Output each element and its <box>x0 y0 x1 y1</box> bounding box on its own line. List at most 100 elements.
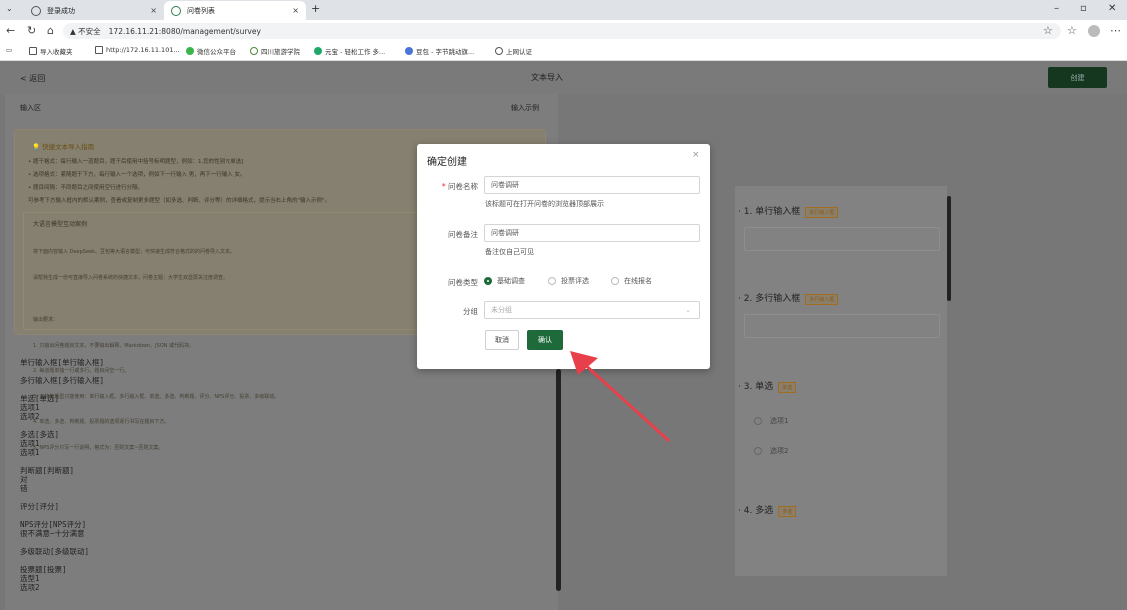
preview-option[interactable]: 选项2 <box>754 446 788 456</box>
input-example-link[interactable]: 输入示例 <box>511 103 539 113</box>
profile-avatar[interactable] <box>1088 25 1100 37</box>
preview-q3: · 3. 单选 单选 <box>738 379 797 393</box>
llm-line: 输出要求： <box>33 317 59 323</box>
more-menu-icon[interactable]: ⋯ <box>1110 24 1121 37</box>
bookmark-doubao[interactable]: 豆包 - 字节跳动旗... <box>405 46 474 56</box>
preview-single-line-input[interactable] <box>744 227 940 251</box>
url-text: 172.16.11.21:8080/management/survey <box>108 26 261 36</box>
type-signup-radio[interactable]: 在线报名 <box>611 276 652 286</box>
new-tab-button[interactable]: + <box>311 2 320 15</box>
input-value: 问卷调研 <box>491 229 519 237</box>
radio-icon <box>754 417 762 425</box>
preview-option[interactable]: 选项1 <box>754 416 788 426</box>
llm-line: 将下面内容输入 DeepSeek、豆包等大语言模型，可快速生成符合格式的的问卷导… <box>33 249 235 255</box>
bookmark-label: 导入收藏夹 <box>40 48 73 56</box>
bookmark-school[interactable]: 四川旅游学院 <box>250 46 300 56</box>
address-bar-row: ← ↻ ⌂ ▲ 不安全 172.16.11.21:8080/management… <box>0 20 1127 42</box>
preview-q2: · 2. 多行输入框 多行输入框 <box>738 291 839 305</box>
guide-body: • 题干格式：每行输入一道题目，题干后使用中括号标明题型，例如：1.您的性别?[… <box>28 156 330 208</box>
tab-survey-list[interactable]: 问卷列表 × <box>164 1 306 20</box>
confirm-button[interactable]: 确认 <box>527 330 563 350</box>
llm-line: 请帮我生成一份可直接导入问卷系统的快捷文本，问卷主题：大学生双显屏关注度调查。 <box>33 274 229 281</box>
preview-q1: · 1. 单行输入框 单行输入框 <box>738 204 839 218</box>
question-type-tag: 多选 <box>778 506 797 517</box>
security-warning[interactable]: ▲ 不安全 <box>70 26 101 37</box>
preview-multi-line-input[interactable] <box>744 314 940 338</box>
group-select[interactable]: 未分组 ⌄ <box>484 301 700 319</box>
tab-actions-icon[interactable]: ⌄ <box>6 4 13 13</box>
school-icon <box>250 47 258 55</box>
lightbulb-icon: 💡 <box>32 143 41 151</box>
radio-checked-icon <box>484 277 492 285</box>
url-input[interactable]: ▲ 不安全 172.16.11.21:8080/management/surve… <box>63 23 1061 39</box>
radio-icon <box>754 447 762 455</box>
close-icon[interactable]: × <box>150 6 157 15</box>
yuanbao-icon <box>314 47 322 55</box>
doubao-icon <box>405 47 413 55</box>
sidebar-toggle-icon[interactable]: ▭ <box>6 46 12 54</box>
back-icon[interactable]: ← <box>6 24 15 37</box>
bookmark-yuanbao[interactable]: 元宝 - 轻松工作 多... <box>314 46 385 56</box>
close-icon[interactable]: × <box>292 6 299 15</box>
survey-name-input[interactable]: 问卷调研 <box>484 176 700 194</box>
name-label: * 问卷名称 <box>441 182 478 191</box>
bookmark-label: 上网认证 <box>506 48 532 56</box>
bookmark-wechat[interactable]: 微信公众平台 <box>186 46 236 56</box>
refresh-icon[interactable]: ↻ <box>27 24 36 37</box>
tab-title: 问卷列表 <box>187 6 215 15</box>
minimize-icon[interactable]: – <box>1054 3 1059 14</box>
question-type-tag: 单行输入框 <box>805 207 839 218</box>
input-area-label: 输入区 <box>20 104 41 112</box>
favorite-star-icon[interactable]: ☆ <box>1043 24 1053 37</box>
type-label: 问卷类型 <box>448 278 478 287</box>
bookmark-net-auth[interactable]: 上网认证 <box>495 46 532 56</box>
survey-note-input[interactable]: 问卷调研 <box>484 224 700 242</box>
site-icon <box>171 5 181 16</box>
wechat-icon <box>186 47 194 55</box>
globe-icon <box>495 47 503 55</box>
type-vote-radio[interactable]: 投票评选 <box>548 276 589 286</box>
note-hint: 备注仅自己可见 <box>485 248 534 256</box>
llm-example-title: 大语言模型互动案例 <box>33 221 88 228</box>
group-label: 分组 <box>463 307 478 316</box>
browser-tab-bar: ⌄ 登录成功 × 问卷列表 × + – ▫ ✕ <box>0 0 1127 20</box>
favorites-icon[interactable]: ☆ <box>1067 24 1077 37</box>
radio-icon <box>548 277 556 285</box>
bookmark-label: 四川旅游学院 <box>261 48 300 56</box>
window-close-icon[interactable]: ✕ <box>1108 3 1116 14</box>
guide-line: • 题干格式：每行输入一道题目，题干后使用中括号标明题型，例如：1.您的性别?[… <box>28 159 244 165</box>
back-link[interactable]: < 返回 <box>20 73 45 84</box>
llm-line: 1. 只输出问卷题目文本，不要输出解释、Markdown、JSON 或代码块。 <box>33 342 195 349</box>
annotation-arrow <box>570 351 670 442</box>
home-icon[interactable]: ⌂ <box>47 24 54 37</box>
page-title: 文本导入 <box>531 73 563 82</box>
guide-line: • 选项格式：紧随题干下方，每行输入一个选项，例如下一行输入 男，再下一行输入 … <box>28 172 246 178</box>
bookmarks-bar: ▭ 导入收藏夹 http://172.16.11.101... 微信公众平台 四… <box>0 42 1127 61</box>
preview-q4: · 4. 多选 多选 <box>738 503 797 517</box>
question-type-tag: 单选 <box>778 382 797 393</box>
guide-line: • 题目间隔：不同题目之间使用空行进行分隔。 <box>28 185 143 191</box>
bookmark-label: 微信公众平台 <box>197 48 236 56</box>
tab-login[interactable]: 登录成功 × <box>24 1 164 20</box>
type-basic-radio[interactable]: 基础调查 <box>484 276 525 286</box>
create-button[interactable]: 创建 <box>1048 67 1107 88</box>
bookmark-link[interactable]: http://172.16.11.101... <box>95 46 180 54</box>
cancel-button[interactable]: 取消 <box>485 330 519 350</box>
bookmark-label: 豆包 - 字节跳动旗... <box>416 48 475 56</box>
bookmark-import[interactable]: 导入收藏夹 <box>29 46 73 56</box>
restore-icon[interactable]: ▫ <box>1080 3 1087 14</box>
guide-title-row: 💡 快捷文本导入指南 <box>32 141 94 151</box>
radio-icon <box>611 277 619 285</box>
question-type-tag: 多行输入框 <box>805 294 839 305</box>
dialog-title: 确定创建 <box>427 157 467 168</box>
preview-scrollbar[interactable] <box>947 196 951 301</box>
note-label: 问卷备注 <box>448 230 478 239</box>
security-label: 不安全 <box>78 26 101 36</box>
close-icon[interactable]: × <box>692 150 700 160</box>
tab-title: 登录成功 <box>47 6 75 15</box>
import-textarea[interactable]: 单行输入框[单行输入框] 多行输入框[多行输入框] 单选[单选] 选项1 选项2 多选[多… <box>20 358 550 608</box>
guide-title: 快捷文本导入指南 <box>42 143 95 151</box>
page-icon <box>95 46 103 54</box>
input-value: 问卷调研 <box>491 181 519 189</box>
textarea-content: 单行输入框[单行输入框] 多行输入框[多行输入框] 单选[单选] 选项1 选项2 多选[多… <box>20 358 105 592</box>
